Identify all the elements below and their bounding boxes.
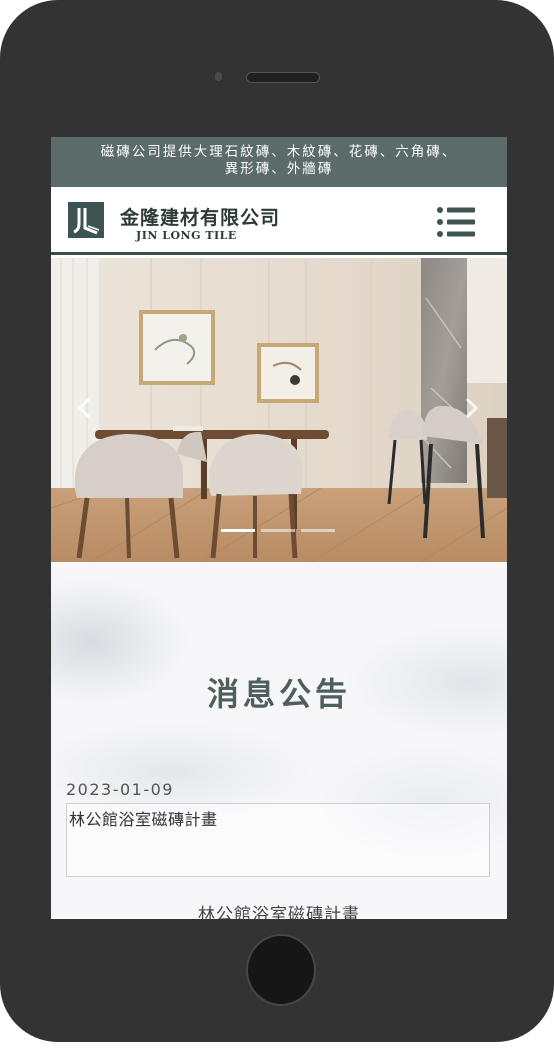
news-date: 2023-01-09	[66, 780, 174, 799]
news-headline[interactable]: 林公館浴室磁磚計畫	[69, 806, 218, 830]
carousel-dot-3[interactable]	[301, 529, 335, 532]
promo-topbar: 磁磚公司提供大理石紋磚、木紋磚、花磚、六角磚、 異形磚、外牆磚	[51, 137, 507, 187]
site-header: 金隆建材有限公司 JIN LONG TILE	[51, 187, 507, 255]
promo-text-line-2: 異形磚、外牆磚	[224, 161, 334, 177]
news-caption[interactable]: 林公館浴室磁磚計畫	[51, 900, 507, 919]
carousel-indicators	[221, 529, 341, 533]
news-item[interactable]: 林公館浴室磁磚計畫	[66, 803, 490, 877]
chevron-left-icon[interactable]	[75, 396, 95, 420]
front-camera	[215, 72, 222, 81]
carousel-dot-1[interactable]	[221, 529, 255, 532]
hero-carousel[interactable]	[51, 258, 507, 562]
company-name-english: JIN LONG TILE	[136, 229, 237, 242]
chevron-right-icon[interactable]	[461, 396, 481, 420]
earpiece-speaker	[246, 72, 320, 83]
news-section: 消息公告 2023-01-09 林公館浴室磁磚計畫 林公館浴室磁磚計畫	[51, 562, 507, 919]
screen: 磁磚公司提供大理石紋磚、木紋磚、花磚、六角磚、 異形磚、外牆磚 金隆建材有限公司…	[51, 137, 507, 919]
dining-room-image	[51, 258, 507, 562]
company-name-chinese: 金隆建材有限公司	[120, 207, 281, 229]
phone-frame: 磁磚公司提供大理石紋磚、木紋磚、花磚、六角磚、 異形磚、外牆磚 金隆建材有限公司…	[0, 0, 554, 1042]
carousel-dot-2[interactable]	[261, 529, 295, 532]
hamburger-menu-icon[interactable]	[435, 206, 477, 238]
promo-text-line-1: 磁磚公司提供大理石紋磚、木紋磚、花磚、六角磚、	[100, 144, 458, 160]
home-button[interactable]	[246, 934, 316, 1006]
logo-icon	[68, 202, 104, 238]
news-section-title: 消息公告	[206, 675, 351, 713]
